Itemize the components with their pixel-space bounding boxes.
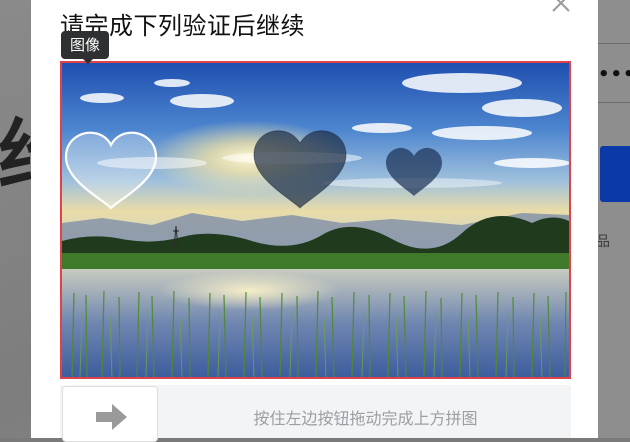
background-login-button[interactable] <box>600 146 630 202</box>
close-icon[interactable] <box>550 0 572 14</box>
slider-hint: 按住左边按钮拖动完成上方拼图 <box>253 409 478 428</box>
background-password-field[interactable]: ••• <box>598 64 630 85</box>
background-divider <box>598 43 630 44</box>
slider-track: 按住左边按钮拖动完成上方拼图 <box>60 385 571 442</box>
background-text-fragment: 品 <box>596 234 610 250</box>
background-divider <box>598 102 630 103</box>
slider-handle[interactable] <box>62 386 158 442</box>
image-tooltip: 图像 <box>61 31 110 64</box>
arrow-right-icon <box>96 404 127 430</box>
captcha-modal: 请完成下列验证后继续 图像 按住左边按钮拖动完成上方拼图 <box>31 0 598 442</box>
landscape-image <box>62 63 569 377</box>
captcha-puzzle-image <box>60 61 571 379</box>
